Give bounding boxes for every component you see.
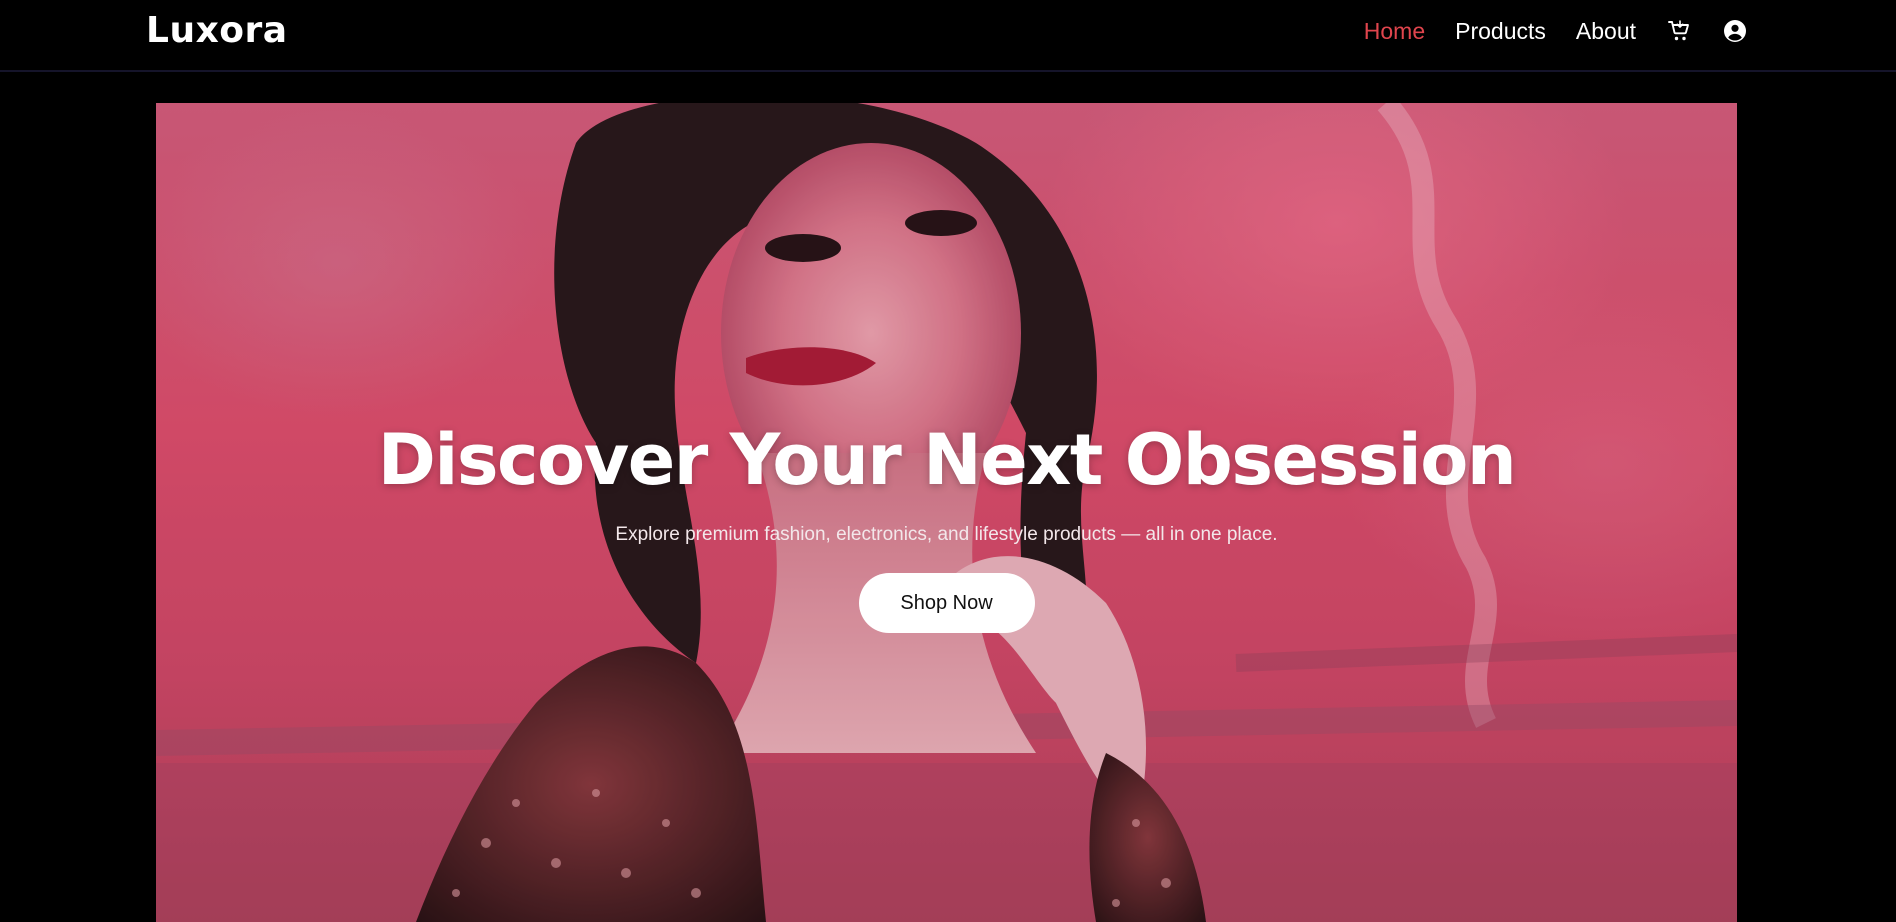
nav-links: Home Products About <box>1364 0 1748 62</box>
hero-banner: Discover Your Next Obsession Explore pre… <box>156 103 1737 922</box>
cart-icon-graphic <box>1668 20 1689 41</box>
brand-logo[interactable]: Luxora <box>146 10 288 51</box>
nav-link-about[interactable]: About <box>1576 18 1636 45</box>
nav-link-products[interactable]: Products <box>1455 18 1546 45</box>
hero-title: Discover Your Next Obsession <box>377 419 1517 501</box>
cart-icon[interactable] <box>1666 18 1692 44</box>
shop-now-button[interactable]: Shop Now <box>858 573 1035 633</box>
hero-content: Discover Your Next Obsession Explore pre… <box>156 415 1737 633</box>
navbar: Luxora Home Products About <box>0 0 1896 72</box>
user-account-icon[interactable] <box>1722 18 1748 44</box>
hero-subtitle: Explore premium fashion, electronics, an… <box>615 524 1278 545</box>
nav-link-home[interactable]: Home <box>1364 18 1425 45</box>
user-account-icon-graphic <box>1724 20 1746 42</box>
